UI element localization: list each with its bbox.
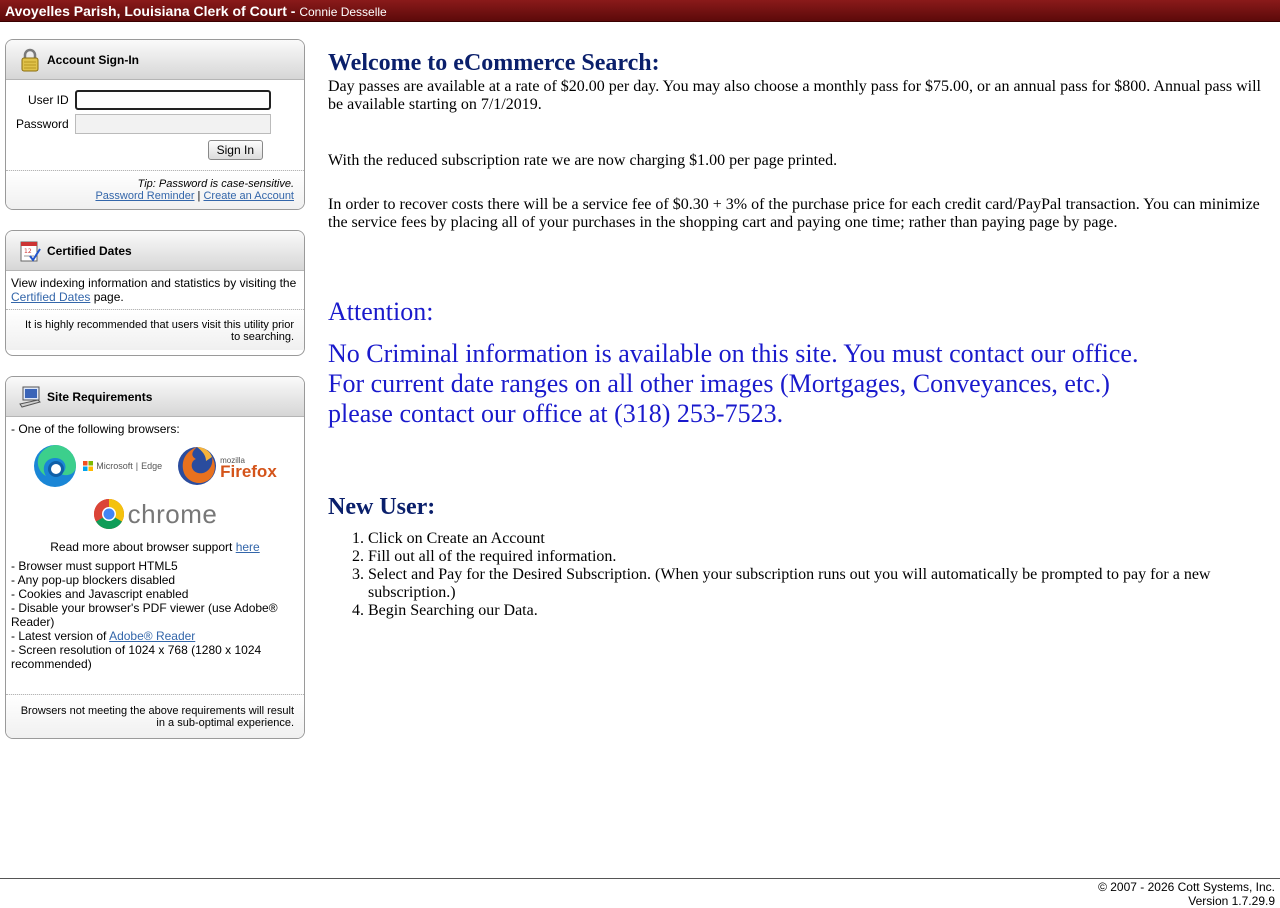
copyright: © 2007 - 2026 Cott Systems, Inc. [1098,880,1275,894]
page-footer: © 2007 - 2026 Cott Systems, Inc. Version… [0,878,1280,908]
latest-version-text: - Latest version of [11,629,110,643]
requirement-item: - Browser must support HTML5 [11,559,178,573]
requirements-panel-header: Site Requirements [6,377,304,417]
requirements-list: - Browser must support HTML5 - Any pop-u… [11,559,299,671]
new-user-steps: Click on Create an Account Fill out all … [328,530,1273,620]
browsers-intro: - One of the following browsers: [11,422,180,436]
step-item: Fill out all of the required information… [368,548,1273,566]
main-content: Welcome to eCommerce Search: Day passes … [328,48,1273,620]
certified-dates-panel: 12 Certified Dates View indexing informa… [5,230,305,356]
new-user-heading: New User: [328,494,436,520]
create-account-link[interactable]: Create an Account [203,190,294,202]
requirement-item: - Cookies and Javascript enabled [11,587,189,601]
notice-criminal: No Criminal information is available on … [328,339,1139,368]
site-title: Avoyelles Parish, Louisiana Clerk of Cou… [5,3,300,19]
signin-panel-header: Account Sign-In [6,40,304,80]
edge-name: Edge [141,461,163,471]
edge-logo: Microsoft | Edge [33,444,162,488]
certified-title: Certified Dates [47,243,132,258]
edge-icon [34,445,77,487]
requirement-item: - Screen resolution of 1024 x 768 (1280 … [11,643,262,671]
print-rate-paragraph: With the reduced subscription rate we ar… [328,152,838,169]
certified-recommendation: It is highly recommended that users visi… [25,319,294,343]
password-input[interactable] [74,114,271,134]
step-item: Select and Pay for the Desired Subscript… [368,566,1273,602]
password-label: Password [16,117,69,131]
edge-brand: Microsoft [96,461,133,471]
welcome-heading: Welcome to eCommerce Search: [328,50,660,76]
browser-logos: Microsoft | Edge mozilla Firefox [11,444,299,488]
signin-button[interactable]: Sign In [207,140,263,160]
notice-date-ranges: For current date ranges on all other ima… [328,369,1110,398]
requirement-item: - Any pop-up blockers disabled [11,573,176,587]
chrome-name: chrome [127,499,218,529]
signin-footer: Tip: Password is case-sensitive. Passwor… [6,170,304,209]
userid-input[interactable] [74,90,271,110]
header-bar: Avoyelles Parish, Louisiana Clerk of Cou… [0,0,1280,22]
service-fee-paragraph: In order to recover costs there will be … [328,196,1260,231]
signin-panel: Account Sign-In User ID Password Sign In… [5,39,305,210]
password-tip: Tip: Password is case-sensitive. [137,178,294,190]
chrome-logo: chrome [11,498,299,530]
padlock-icon [18,48,42,72]
requirement-item: - Disable your browser's PDF viewer (use… [11,601,278,629]
edge-divider: | [135,461,139,471]
userid-label: User ID [28,93,69,107]
version: Version 1.7.29.9 [1188,894,1275,908]
requirement-item-adobe: - Latest version of Adobe® Reader [11,629,299,643]
firefox-logo: mozilla Firefox [176,445,277,487]
attention-heading: Attention: [328,297,434,326]
chrome-icon [93,499,124,530]
calendar-check-icon: 12 [18,239,42,263]
certified-footer: It is highly recommended that users visi… [6,309,304,350]
browser-support-link[interactable]: here [236,540,260,554]
computer-icon [18,385,42,409]
certified-text: View indexing information and statistics… [11,276,297,290]
signin-title: Account Sign-In [47,52,139,67]
microsoft-squares-icon [83,461,94,471]
certified-body: View indexing information and statistics… [6,271,304,309]
adobe-reader-link[interactable]: Adobe® Reader [109,629,195,643]
notice-phone: please contact our office at (318) 253-7… [328,399,784,428]
firefox-icon [178,447,217,485]
browser-support-line: Read more about browser support here [11,540,299,554]
signin-form: User ID Password [14,88,273,136]
browser-support-text: Read more about browser support [50,540,236,554]
requirements-title: Site Requirements [47,389,153,404]
certified-dates-link[interactable]: Certified Dates [11,290,90,304]
site-requirements-panel: Site Requirements - One of the following… [5,376,305,739]
firefox-name: Firefox [220,462,277,481]
certified-text-end: page. [90,290,124,304]
step-item: Click on Create an Account [368,530,1273,548]
clerk-name: Connie Desselle [299,5,387,19]
requirements-warning: Browsers not meeting the above requireme… [20,705,294,729]
requirements-body: - One of the following browsers: Microso… [6,417,304,671]
password-reminder-link[interactable]: Password Reminder [95,190,194,202]
svg-text:12: 12 [24,248,32,255]
requirements-footer: Browsers not meeting the above requireme… [6,694,304,738]
pricing-paragraph: Day passes are available at a rate of $2… [328,78,1261,113]
certified-panel-header: 12 Certified Dates [6,231,304,271]
step-item: Begin Searching our Data. [368,602,1273,620]
signin-button-row: Sign In [6,136,304,162]
